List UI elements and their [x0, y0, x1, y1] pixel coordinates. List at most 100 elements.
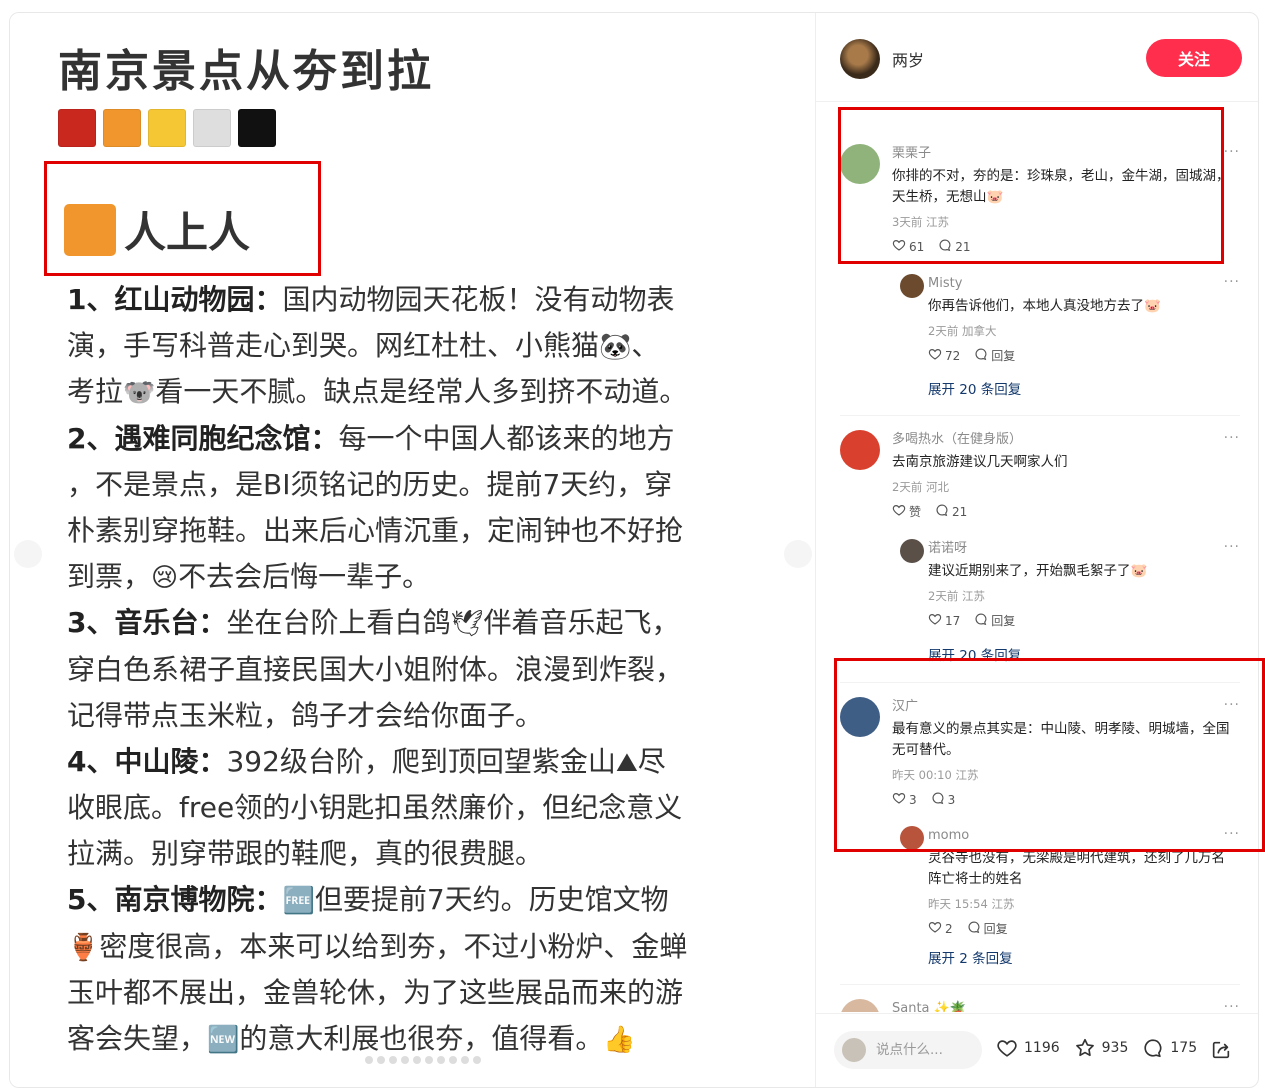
comment-like-button[interactable]: 赞: [892, 503, 921, 520]
text-line: 考拉🐨看一天不腻。缺点是经常人多到挤不动道。: [67, 369, 767, 415]
post-image-text: 1、红山动物园：国内动物园天花板！没有动物表 演，手写科普走心到哭。网红杜杜、小熊…: [67, 277, 767, 1062]
engagement-bar: 1196 935 175: [996, 1037, 1197, 1059]
comment-reply-button[interactable]: 3: [931, 791, 955, 808]
emoji-icon: 🆕: [207, 1025, 240, 1055]
comment-meta: 昨天 00:10 江苏: [892, 768, 979, 782]
commenter-name[interactable]: 多喝热水（在健身版）: [892, 430, 1238, 450]
text-segment: 的意大利展也很夯，值得看。: [239, 1022, 604, 1055]
expand-replies-link[interactable]: 展开 20 条回复: [928, 644, 1021, 664]
text-line: 3、音乐台：坐在台阶上看白鸽🕊伴着音乐起飞，: [67, 600, 767, 646]
comment-bubble-icon: [1144, 1039, 1162, 1058]
text-segment: 国内动物园天花板！没有动物表: [282, 283, 675, 316]
text-line: 收眼底。free领的小钥匙扣虽然廉价，但纪念意义: [67, 785, 767, 831]
comment-input[interactable]: [874, 1041, 978, 1059]
carousel-dots[interactable]: [365, 1056, 481, 1064]
more-options-icon[interactable]: ···: [1224, 697, 1240, 713]
comment-like-count: 2: [945, 921, 953, 936]
more-options-icon[interactable]: ···: [1224, 999, 1240, 1012]
comment-body: 栗栗子 你排的不对，夯的是：珍珠泉，老山，金牛湖，固城湖，天生桥，无想山🐷 3天前 …: [892, 144, 1238, 255]
commenter-name[interactable]: 栗栗子: [892, 144, 1238, 164]
more-options-icon[interactable]: ···: [1224, 144, 1240, 160]
more-options-icon[interactable]: ···: [1224, 539, 1240, 555]
emoji-icon: 🐼: [599, 332, 632, 363]
comment-text: 灵谷寺也没有，无梁殿是明代建筑，还刻了几万名阵亡将士的姓名: [928, 850, 1225, 887]
emoji-icon: 🏺: [67, 932, 100, 963]
tier-swatch-2: [103, 109, 141, 147]
tier-label: 人上人: [124, 208, 251, 257]
commenter-avatar[interactable]: [840, 430, 880, 470]
comment-reply-button[interactable]: 回复: [974, 612, 1015, 629]
comment-like-button[interactable]: 3: [892, 791, 917, 808]
commenter-avatar[interactable]: [900, 274, 924, 298]
more-options-icon[interactable]: ···: [1224, 430, 1240, 446]
text-segment: 4、中山陵：: [67, 744, 227, 778]
comment-reply-count: 回复: [983, 922, 1008, 936]
text-segment: 记得带点玉米粒，鸽子才会给你面子。: [67, 698, 544, 732]
text-segment: 尽: [637, 744, 666, 778]
comment-input-box[interactable]: [834, 1031, 982, 1069]
commenter-avatar[interactable]: [900, 826, 924, 850]
comment-like-button[interactable]: 2: [928, 920, 953, 937]
comment-bubble-icon: [974, 347, 988, 364]
comment-reply-button[interactable]: 回复: [967, 920, 1008, 937]
emoji-icon: 🐨: [123, 378, 156, 409]
text-segment: ，不是景点，是BI须铭记的历史。提前7天约，穿: [67, 467, 673, 501]
text-segment: 392级台阶，爬到顶回望紫金山: [226, 744, 616, 778]
comment-list[interactable]: 栗栗子 你排的不对，夯的是：珍珠泉，老山，金牛湖，固城湖，天生桥，无想山🐷 3天前 …: [816, 102, 1258, 1012]
comment-divider: [840, 984, 1240, 985]
commenter-name[interactable]: Misty: [928, 274, 1238, 294]
follow-button[interactable]: 关注: [1146, 39, 1242, 77]
prev-image-button[interactable]: [14, 540, 42, 568]
tier-swatches: [58, 109, 276, 147]
commenter-name[interactable]: Santa ✨🪴: [892, 999, 1238, 1012]
comment-button[interactable]: 175: [1142, 1037, 1197, 1059]
commenter-name[interactable]: 汉广: [892, 697, 1238, 717]
text-line: 🏺密度很高，本来可以给到夯，不过小粉炉、金蝉: [67, 924, 767, 970]
comment-reply-button[interactable]: 21: [938, 238, 971, 255]
commenter-avatar[interactable]: [840, 144, 880, 184]
comment-bubble-icon: [967, 920, 981, 937]
text-segment: 看一天不腻。缺点是经常人多到挤不动道。: [155, 375, 688, 409]
commenter-avatar[interactable]: [840, 697, 880, 737]
text-line: 朴素别穿拖鞋。出来后心情沉重，定闹钟也不好抢: [67, 508, 767, 554]
author-avatar[interactable]: [840, 39, 880, 79]
post-image[interactable]: 南京景点从夯到拉 人上人 1、红山动物园：国内动物园天花板！没有动物表 演，手写科…: [10, 13, 815, 1087]
expand-replies-link[interactable]: 展开 2 条回复: [928, 947, 1013, 967]
author-name[interactable]: 两岁: [892, 47, 924, 71]
next-image-button[interactable]: [784, 540, 812, 568]
like-button[interactable]: 1196: [996, 1037, 1060, 1059]
comment-body: 多喝热水（在健身版） 去南京旅游建议几天啊家人们 2天前 河北赞 21: [892, 430, 1238, 520]
author-info[interactable]: 两岁: [840, 39, 924, 79]
comment-like-button[interactable]: 61: [892, 238, 924, 255]
commenter-avatar[interactable]: [900, 539, 924, 563]
tier-swatch-5: [238, 109, 276, 147]
comment-reply-button[interactable]: 回复: [974, 347, 1015, 364]
commenter-name[interactable]: 诺诺呀: [928, 539, 1238, 559]
emoji-icon: 🆓: [282, 886, 315, 917]
comment-reply-button[interactable]: 21: [935, 503, 967, 520]
note-card: 南京景点从夯到拉 人上人 1、红山动物园：国内动物园天花板！没有动物表 演，手写科…: [9, 12, 1259, 1088]
share-icon[interactable]: [1210, 1039, 1232, 1061]
text-segment: 2、遇难同胞纪念馆：: [67, 421, 339, 455]
comment-like-button[interactable]: 17: [928, 612, 960, 629]
comment-reply-count: 回复: [991, 614, 1016, 628]
comment-body: Misty 你再告诉他们，本地人真没地方去了🐷 2天前 加拿大 72 回复: [928, 274, 1238, 364]
tier-swatch-4: [193, 109, 231, 147]
comment-body: momo 灵谷寺也没有，无梁殿是明代建筑，还刻了几万名阵亡将士的姓名 昨天 15:5…: [928, 826, 1238, 937]
expand-replies-link[interactable]: 展开 20 条回复: [928, 378, 1021, 398]
collect-button[interactable]: 935: [1074, 1037, 1128, 1059]
comment-bubble-icon: [931, 791, 945, 808]
like-count: 1196: [1024, 1040, 1060, 1056]
comment-meta: 2天前 加拿大: [928, 324, 997, 338]
comment-meta: 2天前 江苏: [928, 589, 985, 603]
comment-count: 175: [1170, 1040, 1198, 1056]
more-options-icon[interactable]: ···: [1224, 274, 1240, 290]
more-options-icon[interactable]: ···: [1224, 826, 1240, 842]
commenter-avatar[interactable]: [840, 999, 880, 1012]
comment-like-button[interactable]: 72: [928, 347, 960, 364]
bottom-divider: [816, 1013, 1258, 1014]
commenter-name[interactable]: momo: [928, 826, 1238, 846]
text-segment: 收眼底。free领的小钥匙扣虽然廉价，但纪念意义: [67, 791, 683, 825]
comment-reply-count: 回复: [991, 349, 1016, 363]
text-line: 到票，😢不去会后悔一辈子。: [67, 554, 767, 600]
